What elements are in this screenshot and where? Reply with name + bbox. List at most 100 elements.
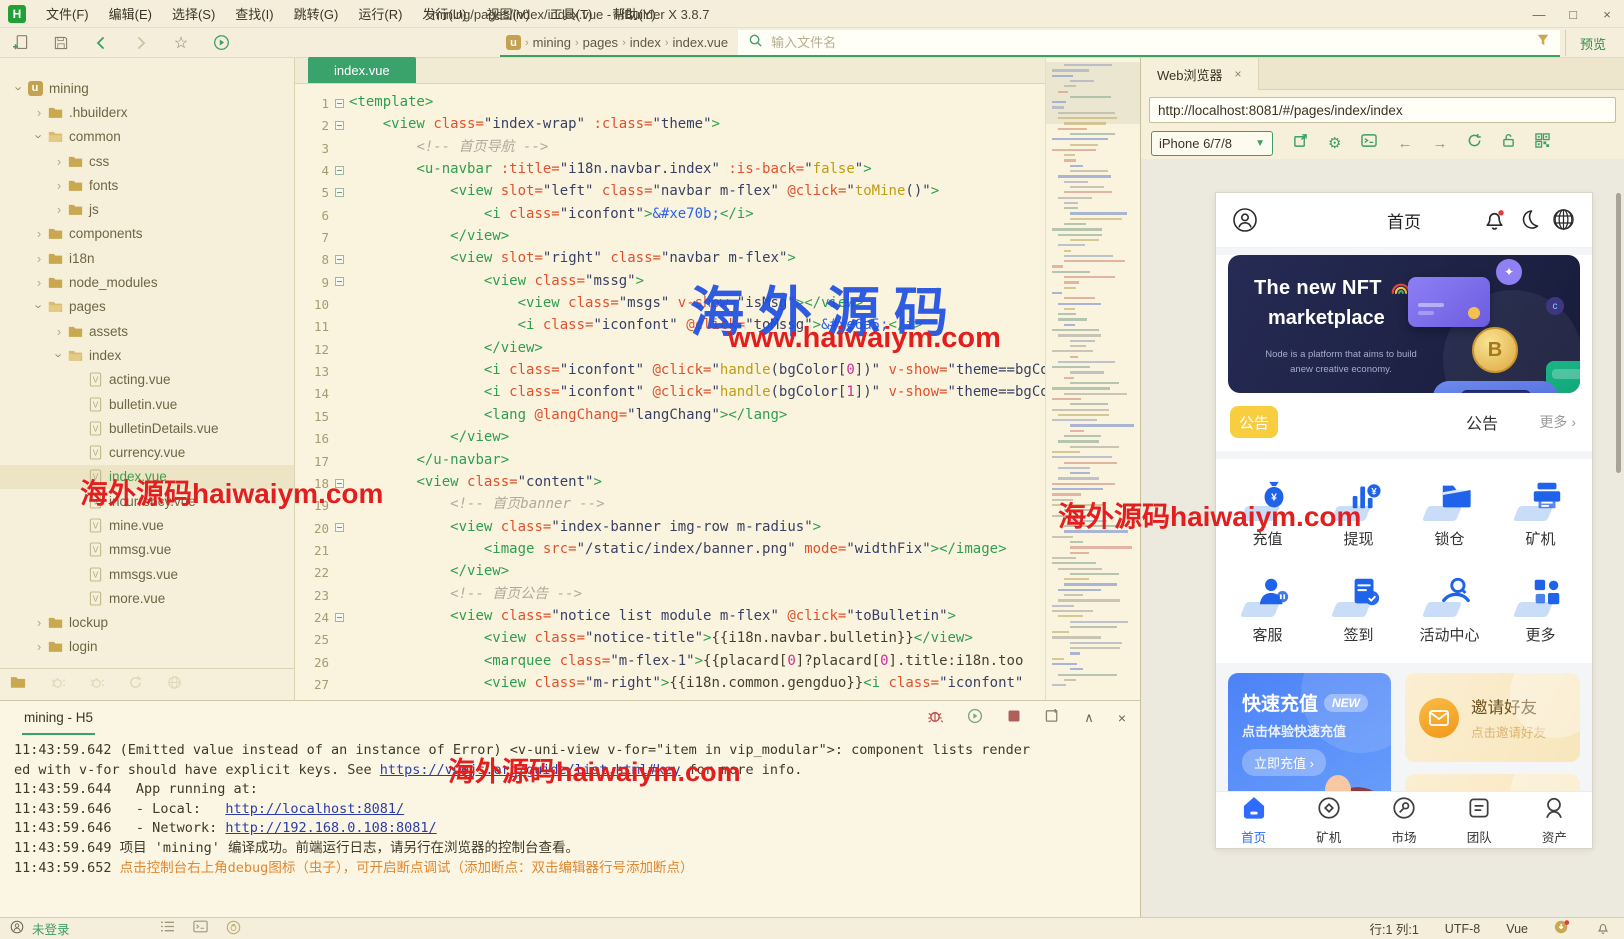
line-number[interactable]: 27 xyxy=(295,673,329,695)
tree-item-pages[interactable]: ›pages xyxy=(0,295,294,319)
fold-toggle-icon[interactable] xyxy=(329,114,349,136)
line-number[interactable]: 22 xyxy=(295,561,329,583)
code-area[interactable]: 1<template>2 <view class="index-wrap" :c… xyxy=(295,84,1045,700)
file-language[interactable]: Vue xyxy=(1506,922,1528,936)
line-number[interactable]: 11 xyxy=(295,315,329,337)
forward-icon[interactable] xyxy=(132,34,150,52)
tree-item-mmsgs-vue[interactable]: Vmmsgs.vue xyxy=(0,562,294,586)
notice-row[interactable]: 公告 公告 更多 › xyxy=(1216,397,1592,447)
phone-tab-team-icon[interactable]: 团队 xyxy=(1442,792,1517,848)
line-number[interactable]: 23 xyxy=(295,584,329,606)
terminal-icon[interactable] xyxy=(193,920,208,938)
phone-tab-market-icon[interactable]: 市场 xyxy=(1366,792,1441,848)
preview-scrollbar[interactable] xyxy=(1616,193,1621,473)
tree-item-css[interactable]: ›css xyxy=(0,149,294,173)
tree-item-index[interactable]: ›index xyxy=(0,343,294,367)
feature-recharge-icon[interactable]: ¥充值 xyxy=(1222,479,1313,549)
tree-item-js[interactable]: ›js xyxy=(0,197,294,221)
nav-back-icon[interactable]: ← xyxy=(1397,135,1412,152)
fold-toggle-icon[interactable] xyxy=(329,472,349,494)
minimap[interactable] xyxy=(1045,58,1140,700)
fold-toggle-icon[interactable] xyxy=(329,248,349,270)
card-invite-envelope-icon[interactable]: 邀请好友点击邀请好友 xyxy=(1405,673,1580,762)
folder-locate-icon[interactable] xyxy=(10,675,26,694)
editor-tab-index-vue[interactable]: index.vue xyxy=(308,57,416,83)
tree-item-common[interactable]: ›common xyxy=(0,125,294,149)
tree-item-bulletinDetails-vue[interactable]: VbulletinDetails.vue xyxy=(0,416,294,440)
menu-item[interactable]: 编辑(E) xyxy=(99,4,162,23)
code-line[interactable]: 14 <i class="iconfont" @click="handle(bg… xyxy=(295,382,1045,404)
chevron-expanded-icon[interactable]: › xyxy=(32,300,47,314)
tree-item-index-vue[interactable]: Vindex.vue xyxy=(0,465,294,489)
chevron-collapsed-icon[interactable]: › xyxy=(32,275,46,290)
tree-item-components[interactable]: ›components xyxy=(0,222,294,246)
fold-toggle-icon[interactable] xyxy=(329,606,349,628)
browser-tab-close-icon[interactable]: × xyxy=(1235,67,1242,81)
chevron-collapsed-icon[interactable]: › xyxy=(32,105,46,120)
tree-item-currency-vue[interactable]: Vcurrency.vue xyxy=(0,440,294,464)
chevron-expanded-icon[interactable]: › xyxy=(32,130,47,144)
chevron-expanded-icon[interactable]: › xyxy=(12,81,27,95)
line-number[interactable]: 4 xyxy=(295,159,329,181)
line-number[interactable]: 26 xyxy=(295,651,329,673)
nav-forward-icon[interactable]: → xyxy=(1432,135,1447,152)
maximize-icon[interactable]: □ xyxy=(1556,0,1590,28)
run-icon[interactable] xyxy=(212,34,230,52)
line-number[interactable]: 17 xyxy=(295,450,329,472)
code-line[interactable]: 2 <view class="index-wrap" :class="theme… xyxy=(295,114,1045,136)
reload-icon[interactable] xyxy=(1467,133,1482,153)
outline-list-icon[interactable] xyxy=(160,920,175,938)
code-line[interactable]: 15 <lang @langChang="langChang"></lang> xyxy=(295,405,1045,427)
tree-item-acting-vue[interactable]: Vacting.vue xyxy=(0,368,294,392)
fold-toggle-icon[interactable] xyxy=(329,517,349,539)
debug-bug-icon[interactable] xyxy=(927,708,943,729)
breadcrumb[interactable]: u ›mining›pages›index›index.vue xyxy=(500,30,738,55)
code-line[interactable]: 25 <view class="notice-title">{{i18n.nav… xyxy=(295,628,1045,650)
menu-item[interactable]: 查找(I) xyxy=(225,4,283,23)
login-status[interactable]: 未登录 xyxy=(32,919,70,938)
chevron-collapsed-icon[interactable]: › xyxy=(32,251,46,266)
line-number[interactable]: 9 xyxy=(295,271,329,293)
feature-miner-icon[interactable]: 矿机 xyxy=(1495,479,1586,549)
console-log[interactable]: 11:43:59.642 (Emitted value instead of a… xyxy=(0,735,1140,878)
code-line[interactable]: 22 </view> xyxy=(295,561,1045,583)
line-number[interactable]: 2 xyxy=(295,114,329,136)
search-input[interactable] xyxy=(771,35,1528,50)
qr-code-icon[interactable] xyxy=(1535,133,1550,153)
tree-item-i18n[interactable]: ›i18n xyxy=(0,246,294,270)
fold-toggle-icon[interactable] xyxy=(329,181,349,203)
tree-item-fonts[interactable]: ›fonts xyxy=(0,173,294,197)
breadcrumb-item[interactable]: mining xyxy=(533,35,571,50)
chevron-collapsed-icon[interactable]: › xyxy=(52,154,66,169)
fold-toggle-icon[interactable] xyxy=(329,92,349,114)
url-input[interactable] xyxy=(1149,97,1616,123)
line-number[interactable]: 24 xyxy=(295,606,329,628)
new-file-icon[interactable] xyxy=(12,34,30,52)
feature-activity-icon[interactable]: 活动中心 xyxy=(1404,575,1495,645)
ant-icon[interactable] xyxy=(50,675,65,695)
close-panel-icon[interactable]: × xyxy=(1118,710,1126,726)
line-number[interactable]: 1 xyxy=(295,92,329,114)
console-tab[interactable]: mining - H5 xyxy=(22,701,95,735)
code-line[interactable]: 27 <view class="m-right">{{i18n.common.g… xyxy=(295,673,1045,695)
code-line[interactable]: 18 <view class="content"> xyxy=(295,472,1045,494)
statusbar-bell-icon[interactable] xyxy=(1596,920,1610,938)
preview-button[interactable]: 预览 xyxy=(1565,30,1620,56)
update-download-icon[interactable] xyxy=(1554,919,1570,938)
code-line[interactable]: 9 <view class="mssg"> xyxy=(295,271,1045,293)
nft-banner[interactable]: The new NFT marketplace Node is a platfo… xyxy=(1228,255,1580,393)
code-line[interactable]: 13 <i class="iconfont" @click="handle(bg… xyxy=(295,360,1045,382)
menu-item[interactable]: 选择(S) xyxy=(162,4,225,23)
line-number[interactable]: 14 xyxy=(295,382,329,404)
code-line[interactable]: 6 <i class="iconfont">&#xe70b;</i> xyxy=(295,204,1045,226)
line-number[interactable]: 10 xyxy=(295,293,329,315)
code-line[interactable]: 19 <!-- 首页banner --> xyxy=(295,494,1045,516)
console-link[interactable]: http://localhost:8081/ xyxy=(225,801,404,817)
line-number[interactable]: 16 xyxy=(295,427,329,449)
filter-funnel-icon[interactable] xyxy=(1536,33,1550,52)
code-line[interactable]: 1<template> xyxy=(295,92,1045,114)
debug-icon[interactable] xyxy=(89,675,104,695)
tree-item-assets[interactable]: ›assets xyxy=(0,319,294,343)
chevron-expanded-icon[interactable]: › xyxy=(52,348,67,362)
tree-item-mine-vue[interactable]: Vmine.vue xyxy=(0,513,294,537)
